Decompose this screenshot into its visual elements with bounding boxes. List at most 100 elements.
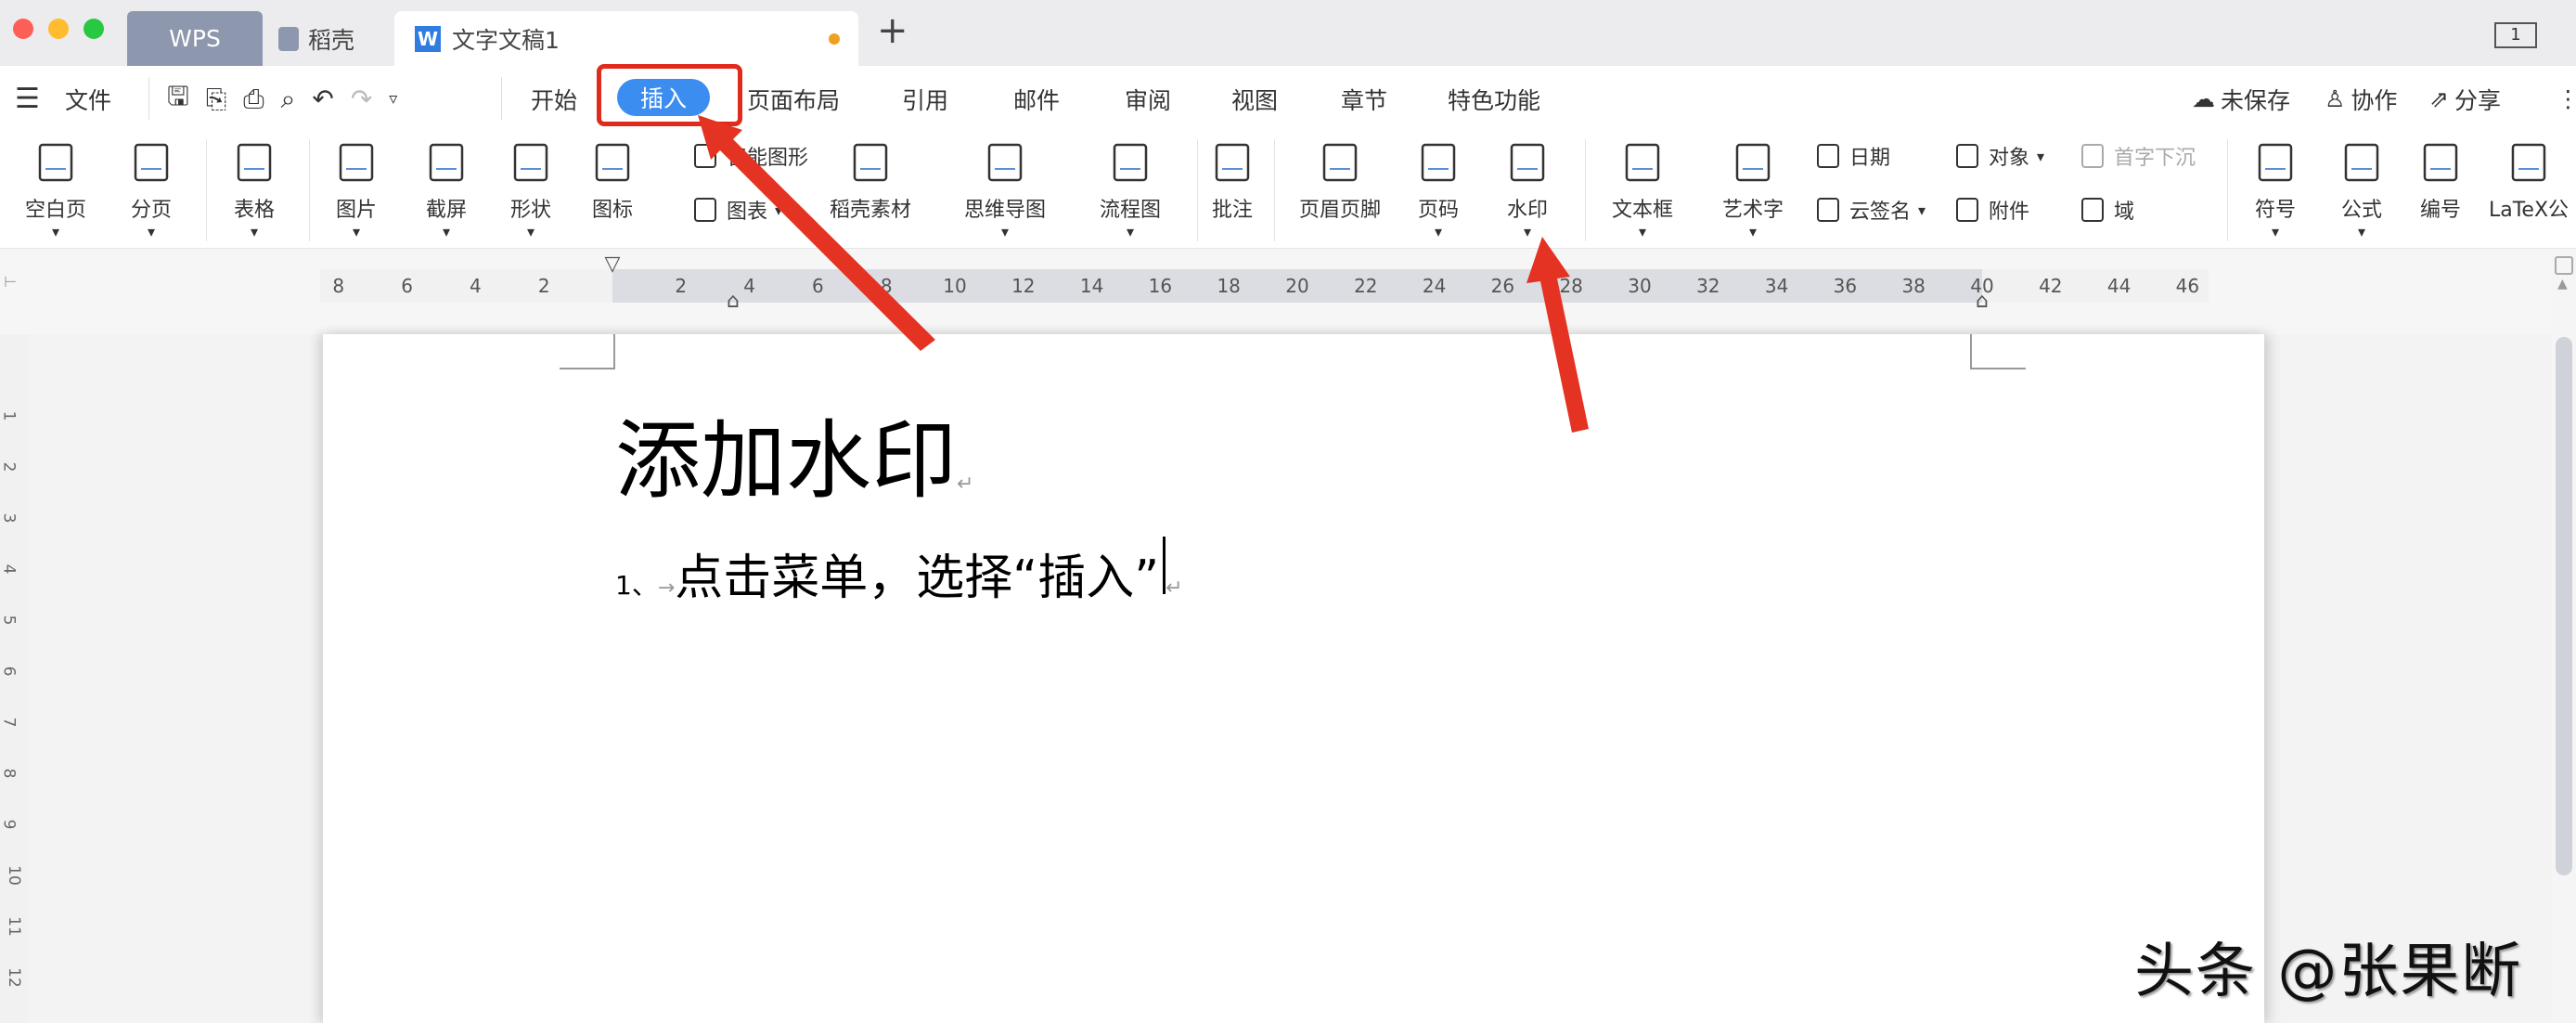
- numbering-icon: [2423, 143, 2458, 182]
- tab-page-layout[interactable]: 页面布局: [747, 66, 840, 132]
- ribbon-button-picture[interactable]: 图片 ▾: [335, 132, 378, 249]
- divider: [501, 77, 502, 120]
- ruler-tick-label: 34: [1764, 275, 1789, 297]
- ribbon-button-latex[interactable]: LaTeX公: [2489, 132, 2569, 249]
- dropdown-chevron-icon[interactable]: ▾: [2358, 223, 2365, 240]
- dropdown-chevron-icon[interactable]: ▾: [1524, 223, 1531, 240]
- tab-home[interactable]: 开始: [531, 66, 577, 132]
- document-heading[interactable]: 添加水印↵: [615, 392, 973, 515]
- tab-stop-selector-icon[interactable]: ⊢: [4, 273, 17, 291]
- tab-view[interactable]: 视图: [1231, 66, 1278, 132]
- ruler-tick-label: 4: [0, 563, 19, 575]
- tab-special-features[interactable]: 特色功能: [1448, 66, 1540, 132]
- page-view-button[interactable]: 1: [2494, 22, 2537, 48]
- minimize-window-button[interactable]: [48, 19, 69, 39]
- print-icon[interactable]: ⎙: [243, 84, 264, 115]
- redo-icon[interactable]: ↷: [351, 84, 372, 114]
- ribbon-button-mindmap[interactable]: 思维导图 ▾: [964, 132, 1046, 249]
- left-indent-marker-icon[interactable]: ⌂: [727, 290, 740, 313]
- dropdown-chevron-icon[interactable]: ▾: [251, 223, 258, 240]
- ribbon-button-cloud-sign[interactable]: 云签名 ▾: [1814, 195, 1926, 225]
- screenshot-icon: [429, 143, 464, 182]
- ribbon-button-chart[interactable]: 图表 ▾: [691, 195, 782, 225]
- ribbon-button-blank-page[interactable]: 空白页 ▾: [25, 132, 86, 249]
- dropdown-chevron-icon[interactable]: ▾: [2037, 148, 2044, 165]
- new-tab-button[interactable]: +: [877, 9, 908, 52]
- tab-review[interactable]: 审阅: [1125, 66, 1171, 132]
- more-chevron-icon[interactable]: ▿: [389, 89, 397, 109]
- ribbon-button-symbol[interactable]: 符号 ▾: [2254, 132, 2297, 249]
- scroll-up-icon[interactable]: ▲: [2557, 277, 2568, 291]
- ribbon-button-flowchart[interactable]: 流程图 ▾: [1100, 132, 1161, 249]
- ribbon-button-object[interactable]: 对象 ▾: [1953, 141, 2044, 171]
- share-button[interactable]: ⇗ 分享: [2429, 66, 2501, 132]
- dropdown-chevron-icon[interactable]: ▾: [775, 201, 782, 219]
- print-preview-icon[interactable]: ⌕: [281, 84, 296, 115]
- dropdown-chevron-icon[interactable]: ▾: [1001, 223, 1009, 240]
- ribbon-divider: [309, 139, 310, 241]
- ribbon-button-daoke-material[interactable]: 稻壳素材: [830, 132, 911, 249]
- tab-mailings[interactable]: 邮件: [1013, 66, 1060, 132]
- right-indent-marker-icon[interactable]: ⌂: [1976, 290, 1989, 313]
- horizontal-ruler[interactable]: 8 6 4 2 2 4 6 8 10 12 14 16 18 20 22 24 26 28 30 32 34 36 38 40…: [320, 253, 2209, 313]
- dropdown-chevron-icon[interactable]: ▾: [353, 223, 360, 240]
- export-pdf-icon[interactable]: ⎘: [206, 84, 226, 115]
- maximize-window-button[interactable]: [84, 19, 104, 39]
- ribbon-button-screenshot[interactable]: 截屏 ▾: [425, 132, 468, 249]
- ribbon-button-page-number[interactable]: 页码 ▾: [1417, 132, 1460, 249]
- ribbon-button-shape[interactable]: 形状 ▾: [509, 132, 552, 249]
- watermark-icon: [1510, 143, 1545, 182]
- dropdown-chevron-icon[interactable]: ▾: [443, 223, 450, 240]
- dropdown-chevron-icon[interactable]: ▾: [1435, 223, 1442, 240]
- ribbon-button-page-break[interactable]: 分页 ▾: [130, 132, 173, 249]
- unsaved-button[interactable]: ☁ 未保存: [2192, 66, 2290, 132]
- ribbon-button-attachment[interactable]: 附件: [1953, 195, 2029, 225]
- dropdown-chevron-icon[interactable]: ▾: [527, 223, 535, 240]
- ribbon-button-formula[interactable]: 公式 ▾: [2340, 132, 2383, 249]
- dropdown-chevron-icon[interactable]: ▾: [1127, 223, 1134, 240]
- ribbon-button-icons[interactable]: 图标: [591, 132, 634, 249]
- dropdown-chevron-icon[interactable]: ▾: [1918, 201, 1926, 219]
- field-icon: [2081, 198, 2104, 222]
- collaborate-button[interactable]: ♙ 协作: [2325, 66, 2397, 132]
- ribbon-button-wordart[interactable]: 艺术字 ▾: [1722, 132, 1784, 249]
- tab-document[interactable]: W 文字文稿1: [394, 11, 858, 66]
- dropdown-chevron-icon[interactable]: ▾: [2272, 223, 2279, 240]
- tab-section[interactable]: 章节: [1341, 66, 1387, 132]
- save-icon[interactable]: 🖫: [167, 77, 189, 122]
- document-page[interactable]: 添加水印↵ 1、 → 点击菜单，选择“插入” ↵: [323, 334, 2264, 1023]
- tab-wps[interactable]: WPS: [127, 11, 263, 66]
- first-line-indent-marker-icon[interactable]: ▽: [605, 253, 621, 276]
- ribbon-button-date[interactable]: 日期: [1814, 141, 1890, 171]
- ribbon-button-comment[interactable]: 批注: [1211, 132, 1254, 249]
- scrollbar-thumb[interactable]: [2556, 337, 2572, 875]
- tab-label: 文字文稿1: [452, 26, 560, 54]
- dropdown-chevron-icon[interactable]: ▾: [1639, 223, 1646, 240]
- ribbon-button-watermark[interactable]: 水印 ▾: [1506, 132, 1549, 249]
- dropdown-chevron-icon[interactable]: ▾: [148, 223, 155, 240]
- ribbon-button-drop-cap[interactable]: 首字下沉: [2079, 141, 2196, 171]
- more-options-icon[interactable]: ⋮: [2557, 66, 2576, 132]
- ribbon-button-label: 公式: [2340, 199, 2382, 222]
- split-view-icon[interactable]: [2555, 256, 2573, 275]
- ruler-tick-label: 5: [0, 615, 19, 626]
- dropdown-chevron-icon[interactable]: ▾: [52, 223, 59, 240]
- dropdown-chevron-icon[interactable]: ▾: [1749, 223, 1757, 240]
- cloud-sign-icon: [1817, 198, 1839, 222]
- ribbon-button-numbering[interactable]: 编号: [2419, 132, 2462, 249]
- tab-references[interactable]: 引用: [902, 66, 948, 132]
- ribbon-button-field[interactable]: 域: [2079, 195, 2134, 225]
- wordart-icon: [1735, 143, 1771, 182]
- undo-icon[interactable]: ↶: [312, 84, 333, 114]
- vertical-ruler[interactable]: 1 2 3 4 5 6 7 8 9 10 11 12: [0, 334, 28, 1023]
- close-window-button[interactable]: [13, 19, 33, 39]
- ribbon-button-textbox[interactable]: 文本框 ▾: [1612, 132, 1673, 249]
- vertical-scrollbar[interactable]: ▲: [2552, 249, 2576, 1023]
- ribbon-button-smart-art[interactable]: 智能图形: [691, 141, 808, 171]
- tab-daoke[interactable]: 稻壳: [278, 11, 390, 66]
- file-menu[interactable]: 文件: [65, 66, 111, 132]
- hamburger-menu-icon[interactable]: ☰: [15, 66, 40, 132]
- ribbon-button-table[interactable]: 表格 ▾: [233, 132, 276, 249]
- ribbon-button-header-footer[interactable]: 页眉页脚: [1299, 132, 1381, 249]
- document-list-item[interactable]: 1、 → 点击菜单，选择“插入” ↵: [615, 537, 1183, 608]
